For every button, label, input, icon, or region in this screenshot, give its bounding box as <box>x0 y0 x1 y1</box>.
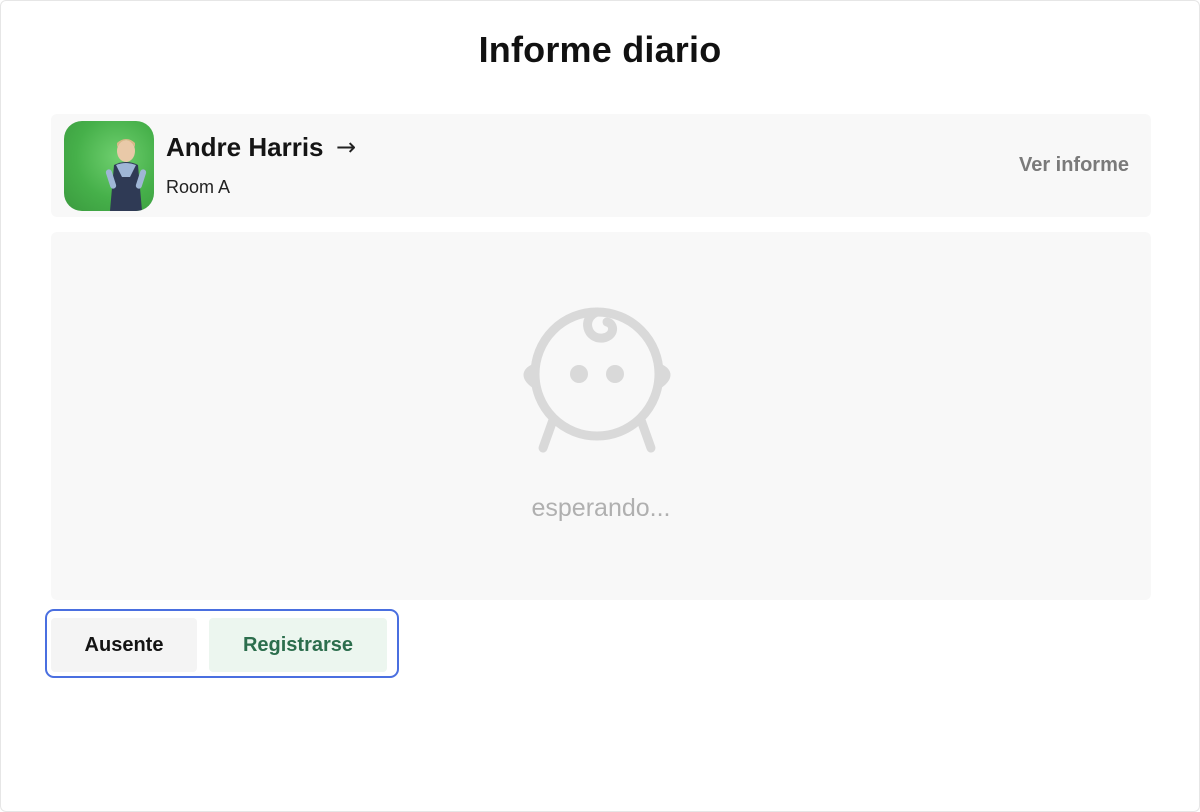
waiting-panel: esperando... <box>51 232 1151 600</box>
child-photo-icon <box>105 139 147 211</box>
page-title: Informe diario <box>478 29 722 70</box>
student-name[interactable]: Andre Harris <box>166 132 324 163</box>
student-room: Room A <box>166 177 231 197</box>
attendance-button-group: Ausente Registrarse <box>45 609 399 678</box>
arrow-right-icon[interactable]: → <box>336 133 356 161</box>
register-button[interactable]: Registrarse <box>209 618 387 672</box>
absent-button[interactable]: Ausente <box>51 618 197 672</box>
avatar[interactable] <box>64 121 154 211</box>
student-card[interactable]: Andre Harris → Room A Ver informe <box>51 114 1151 217</box>
daily-report-window: Informe diario Andre Harris → Room A Ver… <box>0 0 1200 812</box>
baby-icon <box>523 307 671 453</box>
waiting-status-text: esperando... <box>531 494 671 522</box>
view-report-link[interactable]: Ver informe <box>1019 154 1129 177</box>
